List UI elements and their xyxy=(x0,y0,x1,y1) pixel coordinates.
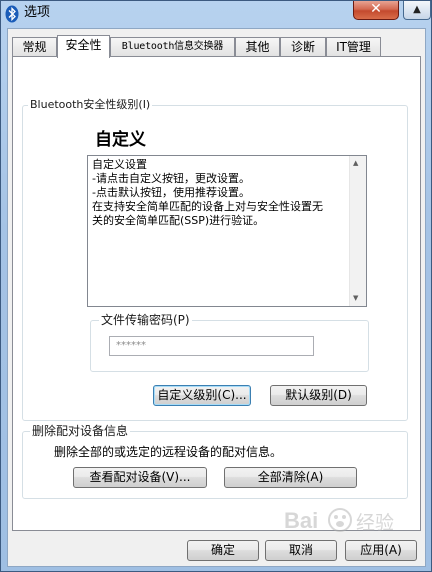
scroll-up-arrow-icon[interactable]: ▲ xyxy=(353,159,358,167)
scroll-down-arrow-icon[interactable]: ▼ xyxy=(353,294,358,302)
pairing-info-group xyxy=(22,431,408,499)
baidu-watermark: Bai 经验 xyxy=(284,508,394,534)
description-line: 在支持安全简单匹配的设备上对与安全性设置无 xyxy=(92,200,323,213)
scroll-up-button[interactable]: ▲ xyxy=(403,1,431,20)
description-line: -请点击自定义按钮，更改设置。 xyxy=(92,172,250,185)
tab-diagnostics[interactable]: 诊断 xyxy=(280,37,326,56)
custom-level-button[interactable]: 自定义级别(C)... xyxy=(153,385,251,406)
options-window: 选项 ✕ ▲ 常规 安全性 Bluetooth信息交换器 其他 诊断 IT管理 … xyxy=(0,0,432,572)
file-transfer-legend: 文件传输密码(P) xyxy=(99,313,192,327)
scroll-up-icon: ▲ xyxy=(413,4,421,15)
default-level-button[interactable]: 默认级别(D) xyxy=(270,385,367,406)
cancel-button[interactable]: 取消 xyxy=(265,540,337,561)
pairing-info-description: 删除全部的或选定的远程设备的配对信息。 xyxy=(54,445,283,459)
security-level-legend: Bluetooth安全性级别(I) xyxy=(28,98,153,112)
close-button[interactable]: ✕ xyxy=(353,1,399,20)
tab-it-management[interactable]: IT管理 xyxy=(326,37,381,56)
window-title: 选项 xyxy=(24,5,51,20)
close-icon: ✕ xyxy=(370,1,382,17)
level-title: 自定义 xyxy=(95,130,146,150)
title-bar[interactable]: 选项 ✕ ▲ xyxy=(1,1,431,27)
pairing-info-legend: 删除配对设备信息 xyxy=(30,424,131,438)
dialog-client: 常规 安全性 Bluetooth信息交换器 其他 诊断 IT管理 Bluetoo… xyxy=(7,28,426,567)
security-tab-panel: Bluetooth安全性级别(I) 自定义 自定义设置 -请点击自定义按钮，更改… xyxy=(12,56,421,531)
apply-button[interactable]: 应用(A) xyxy=(345,540,417,561)
tab-security[interactable]: 安全性 xyxy=(57,35,110,58)
tab-other[interactable]: 其他 xyxy=(235,37,280,56)
watermark-suffix: 经验 xyxy=(356,512,394,534)
description-line: 关的安全简单匹配(SSP)进行验证。 xyxy=(92,214,265,227)
level-description-box: 自定义设置 -请点击自定义按钮，更改设置。 -点击默认按钮，使用推荐设置。 在支… xyxy=(87,155,367,307)
description-scrollbar[interactable]: ▲ ▼ xyxy=(349,156,366,306)
watermark-text: Bai xyxy=(284,508,318,533)
view-paired-devices-button[interactable]: 查看配对设备(V)... xyxy=(73,467,207,488)
description-line: 自定义设置 xyxy=(92,158,147,171)
file-transfer-password-input[interactable]: ****** xyxy=(109,336,314,356)
description-line: -点击默认按钮，使用推荐设置。 xyxy=(92,186,250,199)
clear-all-button[interactable]: 全部清除(A) xyxy=(224,467,357,488)
level-description-text: 自定义设置 -请点击自定义按钮，更改设置。 -点击默认按钮，使用推荐设置。 在支… xyxy=(92,158,350,228)
tab-general[interactable]: 常规 xyxy=(12,37,57,56)
ok-button[interactable]: 确定 xyxy=(187,540,259,561)
bluetooth-icon xyxy=(5,5,19,23)
tab-bluetooth-exchanger[interactable]: Bluetooth信息交换器 xyxy=(110,37,235,56)
